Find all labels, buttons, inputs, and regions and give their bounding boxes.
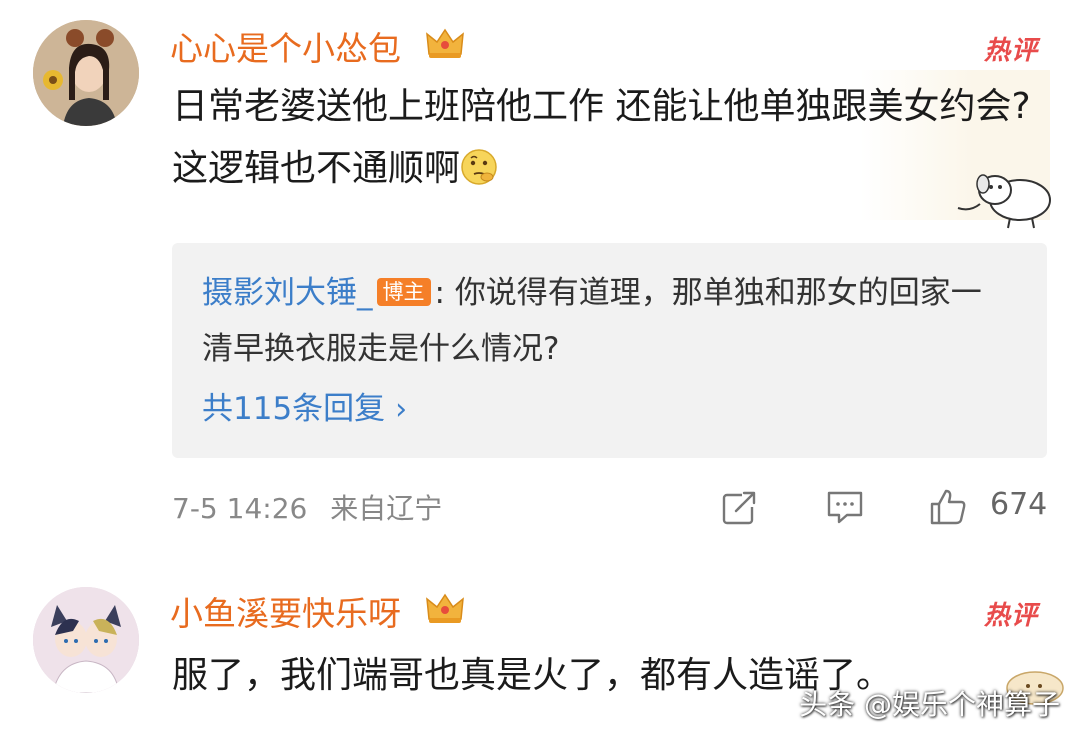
replies-count-label: 共115条回复 — [202, 391, 386, 427]
hot-comment-badge: 热评 — [983, 36, 1038, 66]
blogger-badge: 博主 — [376, 278, 431, 306]
comment-text: 日常老婆送他上班陪他工作 还能让他单独跟美女约会? 这逻辑也不通顺啊 — [172, 86, 1031, 189]
reply-author[interactable]: 摄影刘大锤_ — [202, 275, 373, 311]
crown-icon — [426, 28, 464, 58]
username[interactable]: 小鱼溪要快乐呀 — [170, 587, 401, 635]
username[interactable]: 心心是个小怂包 — [170, 22, 401, 70]
reply-text: 摄影刘大锤_ 博主: 你说得有道理，那单独和那女的回家一清早换衣服走是什么情况? — [202, 265, 1002, 377]
comment-item: 心心是个小怂包 热评 日常老婆送他上班陪他工作 还能让他单独跟美女约会? 这逻辑… — [0, 0, 1080, 560]
watermark: 头条 @娱乐个神算子 — [799, 688, 1060, 721]
like-icon[interactable] — [928, 487, 968, 527]
location: 来自辽宁 — [330, 492, 443, 525]
reply-separator: : — [434, 275, 455, 311]
comment-meta: 7-5 14:26 来自辽宁 — [172, 487, 442, 527]
crown-icon — [426, 593, 464, 623]
hot-comment-badge: 热评 — [983, 601, 1038, 631]
comment-icon[interactable] — [825, 487, 865, 527]
timestamp: 7-5 14:26 — [172, 492, 308, 525]
avatar[interactable] — [33, 20, 139, 126]
avatar[interactable] — [33, 587, 139, 693]
share-icon[interactable] — [720, 487, 760, 527]
view-all-replies-link[interactable]: 共115条回复 › — [202, 383, 407, 428]
reply-preview[interactable]: 摄影刘大锤_ 博主: 你说得有道理，那单独和那女的回家一清早换衣服走是什么情况? … — [172, 243, 1047, 458]
chevron-right-icon: › — [395, 392, 408, 427]
like-count: 674 — [990, 487, 1048, 522]
thinking-face-icon — [461, 149, 497, 185]
